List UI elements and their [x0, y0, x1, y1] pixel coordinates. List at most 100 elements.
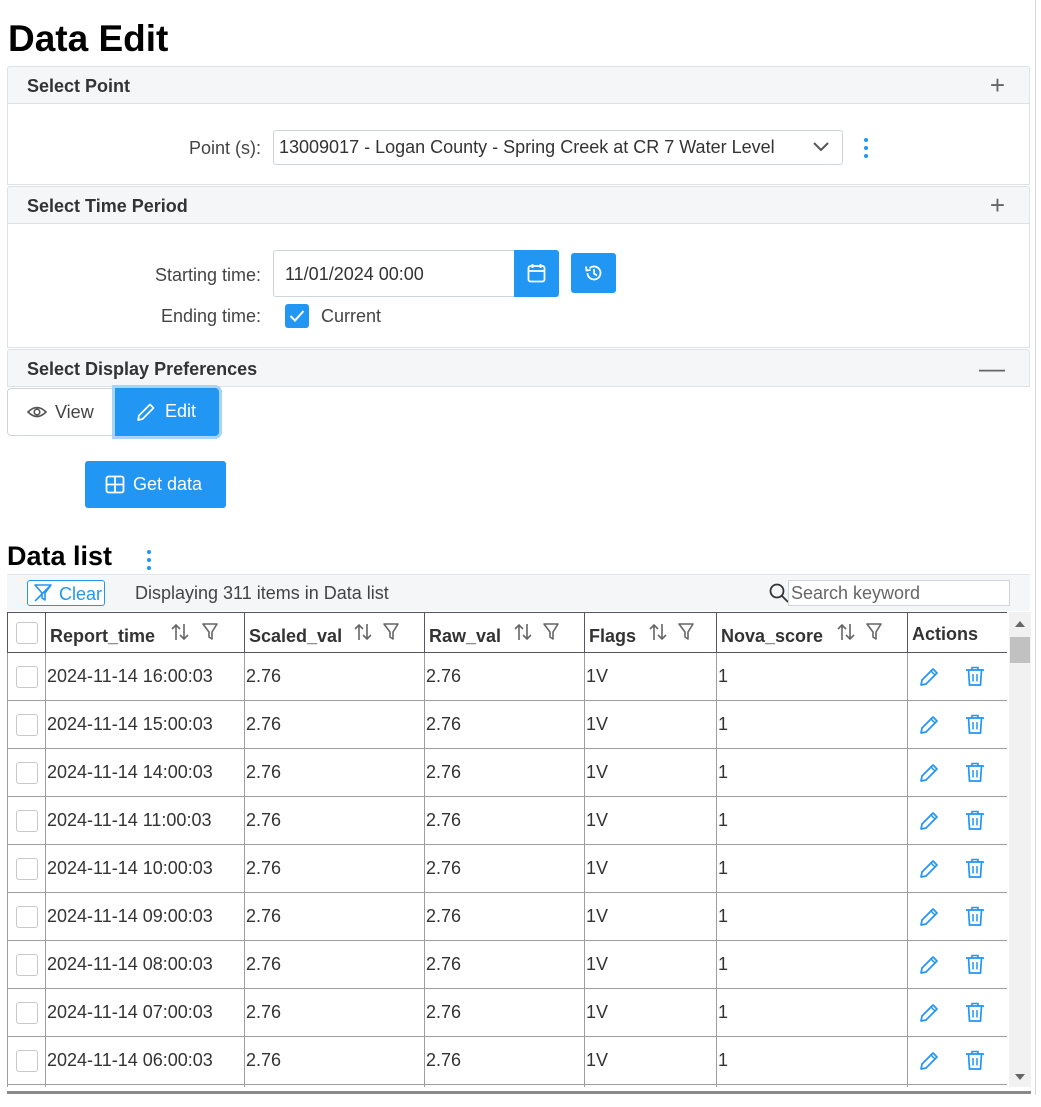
- filter-icon[interactable]: [865, 622, 883, 642]
- select-point-header[interactable]: Select Point +: [7, 66, 1030, 104]
- filter-off-icon: [34, 584, 52, 602]
- cell-scaled-val: 2.76: [244, 844, 425, 893]
- row-checkbox[interactable]: [16, 857, 38, 880]
- cell-report-time: 2024-11-14 07:00:03: [45, 988, 245, 1037]
- row-checkbox[interactable]: [16, 905, 38, 928]
- column-header-raw-val[interactable]: Raw_val: [424, 612, 585, 653]
- filter-icon[interactable]: [382, 622, 400, 642]
- sort-icon[interactable]: [513, 622, 533, 642]
- cell-report-time: 2024-11-14 14:00:03: [45, 748, 245, 797]
- pencil-icon[interactable]: [918, 714, 940, 736]
- trash-icon[interactable]: [965, 906, 985, 927]
- column-header-nova-score[interactable]: Nova_score: [716, 612, 908, 653]
- pencil-icon[interactable]: [918, 1050, 940, 1072]
- row-checkbox[interactable]: [16, 665, 38, 688]
- point-label: Point (s):: [188, 138, 261, 158]
- row-checkbox[interactable]: [16, 953, 38, 976]
- cell-flags: 1V: [584, 988, 717, 1037]
- row-checkbox[interactable]: [16, 1001, 38, 1024]
- cell-scaled-val: 2.76: [244, 892, 425, 941]
- cell-raw-val: 2.76: [424, 844, 585, 893]
- current-label: Current: [321, 306, 382, 326]
- cell-scaled-val: 2.76: [244, 1036, 425, 1085]
- minus-icon[interactable]: —: [979, 354, 1005, 382]
- calendar-button[interactable]: [514, 250, 559, 297]
- clear-filter-button[interactable]: Clear: [27, 580, 105, 606]
- trash-icon[interactable]: [965, 1050, 985, 1071]
- pencil-icon[interactable]: [918, 762, 940, 784]
- row-select-cell: [7, 652, 46, 701]
- starting-time-input[interactable]: 11/01/2024 00:00: [273, 250, 515, 297]
- cell-flags: 1V: [584, 892, 717, 941]
- table-row: [7, 1084, 1007, 1087]
- row-checkbox[interactable]: [16, 1049, 38, 1072]
- row-checkbox[interactable]: [16, 809, 38, 832]
- table-row: 2024-11-14 16:00:03 2.76 2.76 1V 1: [7, 652, 1007, 701]
- filter-icon[interactable]: [677, 622, 695, 642]
- table-row: 2024-11-14 11:00:03 2.76 2.76 1V 1: [7, 796, 1007, 845]
- row-select-cell: [7, 748, 46, 797]
- row-actions-cell: [907, 700, 1007, 749]
- view-button[interactable]: View: [8, 389, 115, 435]
- row-select-cell: [7, 700, 46, 749]
- pencil-icon[interactable]: [918, 1002, 940, 1024]
- row-checkbox[interactable]: [16, 713, 38, 736]
- search-input[interactable]: [788, 580, 1010, 606]
- trash-icon[interactable]: [965, 954, 985, 975]
- trash-icon[interactable]: [965, 666, 985, 687]
- trash-icon[interactable]: [965, 714, 985, 735]
- filter-icon[interactable]: [542, 622, 560, 642]
- data-list-title: Data list: [7, 541, 113, 571]
- current-checkbox[interactable]: [285, 304, 309, 328]
- scroll-down-icon[interactable]: [1015, 1073, 1025, 1081]
- trash-icon[interactable]: [965, 858, 985, 879]
- pencil-icon[interactable]: [918, 666, 940, 688]
- row-actions-cell: [907, 940, 1007, 989]
- table-row: 2024-11-14 08:00:03 2.76 2.76 1V 1: [7, 940, 1007, 989]
- column-header-flags[interactable]: Flags: [584, 612, 717, 653]
- trash-icon[interactable]: [965, 1002, 985, 1023]
- scrollbar-thumb[interactable]: [1010, 637, 1030, 663]
- cell-raw-val: 2.76: [424, 988, 585, 1037]
- row-checkbox[interactable]: [16, 761, 38, 784]
- plus-icon[interactable]: +: [990, 191, 1005, 219]
- pencil-icon[interactable]: [918, 858, 940, 880]
- cell-raw-val: 2.76: [424, 796, 585, 845]
- column-header-label: Raw_val: [429, 626, 502, 646]
- kebab-menu-icon[interactable]: [864, 138, 868, 158]
- column-header-scaled-val[interactable]: Scaled_val: [244, 612, 425, 653]
- data-grid: Report_time Scaled_val Raw_val Flags Nov…: [7, 612, 1007, 1087]
- cell-raw-val: 2.76: [424, 892, 585, 941]
- sort-icon[interactable]: [170, 622, 190, 642]
- trash-icon[interactable]: [965, 762, 985, 783]
- select-all-checkbox[interactable]: [16, 621, 38, 644]
- display-prefs-header[interactable]: Select Display Preferences —: [7, 349, 1030, 387]
- pencil-icon[interactable]: [918, 810, 940, 832]
- scroll-up-icon[interactable]: [1015, 620, 1025, 628]
- sort-icon[interactable]: [648, 622, 668, 642]
- search-icon: [769, 583, 789, 603]
- sort-icon[interactable]: [836, 622, 856, 642]
- point-select[interactable]: 13009017 - Logan County - Spring Creek a…: [273, 130, 843, 165]
- column-header-label: Nova_score: [721, 626, 824, 646]
- cell-nova-score: 1: [716, 748, 908, 797]
- get-data-button[interactable]: Get data: [85, 461, 226, 508]
- pencil-icon[interactable]: [918, 954, 940, 976]
- cell-raw-val: 2.76: [424, 940, 585, 989]
- kebab-menu-icon[interactable]: [147, 550, 151, 570]
- row-actions-cell: [907, 652, 1007, 701]
- pencil-icon[interactable]: [918, 906, 940, 928]
- cell-nova-score: 1: [716, 844, 908, 893]
- cell-flags: 1V: [584, 844, 717, 893]
- table-scrollbar[interactable]: [1009, 612, 1031, 1087]
- edit-button[interactable]: Edit: [115, 388, 219, 436]
- cell-flags: 1V: [584, 652, 717, 701]
- column-header-report-time[interactable]: Report_time: [45, 612, 245, 653]
- time-period-header[interactable]: Select Time Period +: [7, 186, 1030, 224]
- trash-icon[interactable]: [965, 810, 985, 831]
- sort-icon[interactable]: [353, 622, 373, 642]
- plus-icon[interactable]: +: [990, 71, 1005, 99]
- filter-icon[interactable]: [201, 622, 219, 642]
- cell-report-time: 2024-11-14 10:00:03: [45, 844, 245, 893]
- history-button[interactable]: [571, 253, 616, 293]
